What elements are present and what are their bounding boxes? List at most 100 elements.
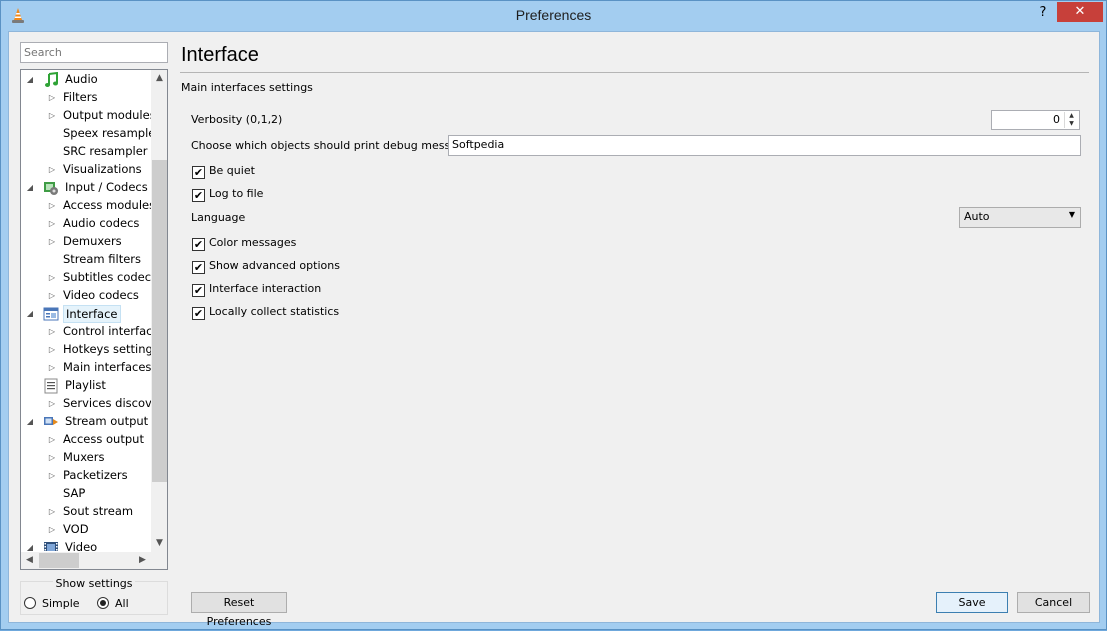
tree-item-speex-resampler[interactable]: Speex resampler xyxy=(21,125,151,143)
scroll-up-arrow-icon[interactable]: ▲ xyxy=(151,70,167,87)
expand-arrow-icon[interactable]: ▷ xyxy=(47,521,57,539)
tree-item-stream-filters[interactable]: Stream filters xyxy=(21,251,151,269)
chevron-down-icon[interactable]: ▼ xyxy=(1069,210,1075,219)
all-radio[interactable]: All xyxy=(97,597,129,610)
expand-arrow-icon[interactable]: ▷ xyxy=(47,233,57,251)
tree-item-packetizers[interactable]: ▷ Packetizers xyxy=(21,467,151,485)
show-settings-group: Show settings Simple All xyxy=(20,577,168,615)
collapse-arrow-icon[interactable]: ◢ xyxy=(25,179,35,197)
collapse-arrow-icon[interactable]: ◢ xyxy=(25,305,35,323)
reset-preferences-button[interactable]: Reset Preferences xyxy=(191,592,287,628)
tree-item-label: Video xyxy=(65,540,98,551)
expand-arrow-icon[interactable]: ▷ xyxy=(47,503,57,521)
tree-item-visualizations[interactable]: ▷ Visualizations xyxy=(21,161,151,179)
verbosity-spinbox[interactable]: 0 ▲ ▼ xyxy=(991,110,1080,130)
save-button[interactable]: Save xyxy=(936,592,1008,613)
expand-arrow-icon[interactable]: ▷ xyxy=(47,161,57,179)
tree-horizontal-scrollbar[interactable]: ◀ ▶ xyxy=(21,552,167,569)
expand-arrow-icon[interactable]: ▷ xyxy=(47,197,57,215)
log-to-file-checkbox[interactable]: ✔ Log to file xyxy=(192,187,263,202)
spin-buttons[interactable]: ▲ ▼ xyxy=(1064,112,1078,128)
tree-item-label: Output modules xyxy=(63,108,151,122)
tree-item-filters[interactable]: ▷ Filters xyxy=(21,89,151,107)
tree-item-access-modules[interactable]: ▷ Access modules xyxy=(21,197,151,215)
expand-arrow-icon[interactable]: ▷ xyxy=(47,323,57,341)
scroll-down-arrow-icon[interactable]: ▼ xyxy=(151,535,167,552)
hscrollbar-thumb[interactable] xyxy=(39,553,79,568)
checkmark-icon[interactable]: ✔ xyxy=(192,261,205,274)
spin-up-icon[interactable]: ▲ xyxy=(1065,112,1078,120)
tree-item-label: Sout stream xyxy=(63,504,134,518)
tree-item-label: Video codecs xyxy=(63,288,139,302)
checkmark-icon[interactable]: ✔ xyxy=(192,284,205,297)
verbosity-label: Verbosity (0,1,2) xyxy=(191,113,283,126)
tree-item-subtitles-codecs[interactable]: ▷ Subtitles codecs xyxy=(21,269,151,287)
checkmark-icon[interactable]: ✔ xyxy=(192,238,205,251)
scroll-right-arrow-icon[interactable]: ▶ xyxy=(134,552,151,569)
tree-item-audio[interactable]: ◢ Audio xyxy=(21,71,151,89)
tree-item-hotkeys-settings[interactable]: ▷ Hotkeys settings xyxy=(21,341,151,359)
expand-arrow-icon[interactable]: ▷ xyxy=(47,287,57,305)
color-messages-checkbox[interactable]: ✔ Color messages xyxy=(192,236,296,251)
tree-item-output-modules[interactable]: ▷ Output modules xyxy=(21,107,151,125)
collapse-arrow-icon[interactable]: ◢ xyxy=(25,413,35,431)
tree-item-video-codecs[interactable]: ▷ Video codecs xyxy=(21,287,151,305)
expand-arrow-icon[interactable]: ▷ xyxy=(47,395,57,413)
tree-item-control-interfaces[interactable]: ▷ Control interfaces xyxy=(21,323,151,341)
tree-item-muxers[interactable]: ▷ Muxers xyxy=(21,449,151,467)
expand-arrow-icon[interactable]: ▷ xyxy=(47,449,57,467)
expand-arrow-icon[interactable]: ▷ xyxy=(47,467,57,485)
tree-item-main-interfaces[interactable]: ▷ Main interfaces xyxy=(21,359,151,377)
tree-item-interface[interactable]: ◢ Interface xyxy=(21,305,151,323)
tree-vertical-scrollbar[interactable]: ▲ ▼ xyxy=(151,70,167,552)
language-select[interactable]: Auto ▼ xyxy=(959,207,1081,228)
tree-item-sap[interactable]: SAP xyxy=(21,485,151,503)
tree-item-label: Audio codecs xyxy=(63,216,140,230)
tree-item-video[interactable]: ◢ Video xyxy=(21,539,151,551)
simple-radio-circle[interactable] xyxy=(24,597,36,609)
search-input[interactable] xyxy=(20,42,168,63)
tree-item-input-codecs[interactable]: ◢ Input / Codecs xyxy=(21,179,151,197)
tree-item-sout-stream[interactable]: ▷ Sout stream xyxy=(21,503,151,521)
debug-objects-label: Choose which objects should print debug … xyxy=(191,139,471,152)
expand-arrow-icon[interactable]: ▷ xyxy=(47,107,57,125)
tree-item-src-resampler[interactable]: SRC resampler xyxy=(21,143,151,161)
spin-down-icon[interactable]: ▼ xyxy=(1065,120,1078,128)
simple-radio[interactable]: Simple xyxy=(24,597,80,610)
scrollbar-thumb[interactable] xyxy=(152,160,167,482)
tree-list: ◢ Audio ▷ Filters ▷ Output modules Speex resam… xyxy=(21,71,151,551)
debug-objects-input[interactable]: Softpedia xyxy=(448,135,1081,156)
checkmark-icon[interactable]: ✔ xyxy=(192,307,205,320)
tree-item-access-output[interactable]: ▷ Access output xyxy=(21,431,151,449)
expand-arrow-icon[interactable]: ▷ xyxy=(47,341,57,359)
interface-interaction-checkbox[interactable]: ✔ Interface interaction xyxy=(192,282,321,297)
expand-arrow-icon[interactable]: ▷ xyxy=(47,215,57,233)
collapse-arrow-icon[interactable]: ◢ xyxy=(25,539,35,551)
expand-arrow-icon[interactable]: ▷ xyxy=(47,431,57,449)
verbosity-value[interactable]: 0 xyxy=(1053,113,1060,126)
collapse-arrow-icon[interactable]: ◢ xyxy=(25,71,35,89)
color-messages-label: Color messages xyxy=(209,236,297,249)
checkmark-icon[interactable]: ✔ xyxy=(192,189,205,202)
show-advanced-checkbox[interactable]: ✔ Show advanced options xyxy=(192,259,340,274)
tree-item-label: Main interfaces xyxy=(63,360,151,374)
collect-statistics-checkbox[interactable]: ✔ Locally collect statistics xyxy=(192,305,339,320)
tree-item-label: SRC resampler xyxy=(63,144,148,158)
cancel-button[interactable]: Cancel xyxy=(1017,592,1090,613)
help-button[interactable]: ? xyxy=(1031,3,1055,25)
tree-item-demuxers[interactable]: ▷ Demuxers xyxy=(21,233,151,251)
tree-item-label: Control interfaces xyxy=(63,324,151,338)
tree-item-playlist[interactable]: Playlist xyxy=(21,377,151,395)
expand-arrow-icon[interactable]: ▷ xyxy=(47,89,57,107)
be-quiet-checkbox[interactable]: ✔ Be quiet xyxy=(192,164,255,179)
tree-item-audio-codecs[interactable]: ▷ Audio codecs xyxy=(21,215,151,233)
checkmark-icon[interactable]: ✔ xyxy=(192,166,205,179)
tree-item-vod[interactable]: ▷ VOD xyxy=(21,521,151,539)
tree-item-services-discovery[interactable]: ▷ Services discovery xyxy=(21,395,151,413)
close-button[interactable]: ✕ xyxy=(1057,2,1103,22)
tree-item-stream-output[interactable]: ◢ Stream output xyxy=(21,413,151,431)
all-radio-circle[interactable] xyxy=(97,597,109,609)
expand-arrow-icon[interactable]: ▷ xyxy=(47,269,57,287)
expand-arrow-icon[interactable]: ▷ xyxy=(47,359,57,377)
scroll-left-arrow-icon[interactable]: ◀ xyxy=(21,552,38,569)
